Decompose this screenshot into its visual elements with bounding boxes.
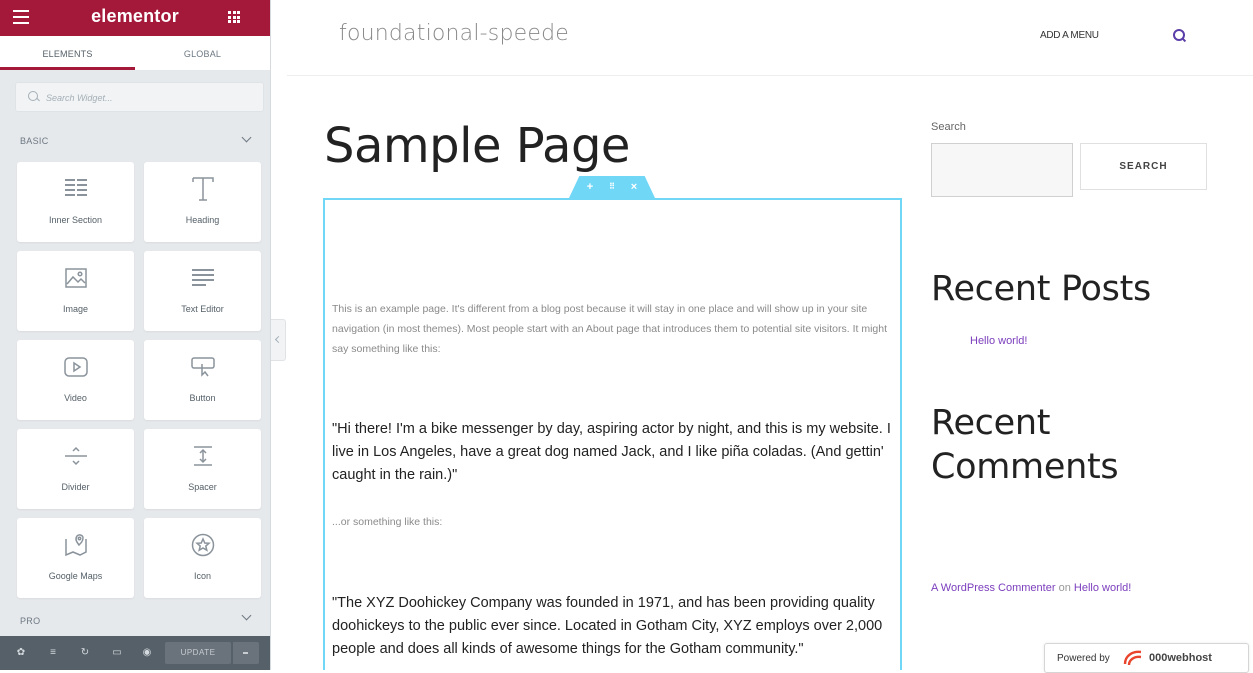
widget-label: Icon [193,571,211,581]
tab-global[interactable]: GLOBAL [135,36,270,70]
video-icon [17,354,134,380]
site-title[interactable]: foundational-speede [339,21,569,46]
star-icon [144,532,261,558]
widget-label: Spacer [188,482,217,492]
spacer-icon [144,443,261,469]
widget-google-maps[interactable]: Google Maps [17,518,134,598]
widget-label: Google Maps [48,571,103,581]
widget-label: Inner Section [48,215,103,225]
image-icon [17,265,134,291]
navigator-icon[interactable]: ≡ [48,648,58,658]
widget-label: Image [62,304,88,314]
section-pro-title[interactable]: PRO [20,616,40,626]
intro-paragraph: This is an example page. It's different … [332,303,888,355]
widget-label: Video [64,393,87,403]
widgets-grid-icon[interactable] [228,11,240,23]
collapse-panel-handle[interactable] [271,319,286,361]
add-menu-link[interactable]: ADD A MENU [1040,30,1099,41]
update-options-button[interactable] [232,642,259,664]
responsive-icon[interactable]: ▭ [112,648,122,658]
elementor-panel: elementor ELEMENTS GLOBAL BASIC Inner Se… [0,0,271,670]
section-handle[interactable]: + ⠿ × [569,176,655,198]
000webhost-logo-icon [1123,650,1142,666]
panel-footer: ✿ ≡ ↻ ▭ ◉ UPDATE [0,636,270,670]
divider-icon [17,443,134,469]
or-paragraph: ...or something like this: [332,516,443,528]
inner-section-icon [17,176,134,202]
widget-label: Button [189,393,216,403]
preview-icon[interactable]: ◉ [142,648,152,658]
panel-tabs: ELEMENTS GLOBAL [0,36,270,70]
widget-image[interactable]: Image [17,251,134,331]
button-icon [144,354,261,380]
sidebar-search-input[interactable] [931,143,1073,197]
chevron-down-icon[interactable] [241,132,252,143]
recent-posts-heading: Recent Posts [931,269,1151,309]
heading-icon [144,176,261,202]
widget-text-editor[interactable]: Text Editor [144,251,261,331]
recent-comments-heading: Recent Comments [931,403,1119,487]
history-icon[interactable]: ↻ [80,648,90,658]
recent-post-link[interactable]: Hello world! [970,335,1027,347]
widget-video[interactable]: Video [17,340,134,420]
brand-name: 000webhost [1149,652,1212,664]
widget-label: Heading [185,215,220,225]
widget-search[interactable] [15,82,264,112]
close-icon[interactable]: × [627,180,641,194]
comment-author-link[interactable]: A WordPress Commenter [931,582,1056,594]
widget-label: Divider [61,482,90,492]
quote-paragraph: "The XYZ Doohickey Company was founded i… [332,595,883,657]
widget-inner-section[interactable]: Inner Section [17,162,134,242]
widget-icon[interactable]: Icon [144,518,261,598]
search-icon [28,91,38,101]
widget-search-input[interactable] [44,88,258,108]
settings-icon[interactable]: ✿ [16,648,26,658]
site-header: foundational-speede ADD A MENU [287,0,1253,76]
tab-elements[interactable]: ELEMENTS [0,36,135,70]
widget-button[interactable]: Button [144,340,261,420]
sidebar-search-button[interactable]: SEARCH [1080,143,1207,190]
google-maps-icon [17,532,134,558]
recent-comment-item: A WordPress Commenter on Hello world! [931,582,1131,594]
section-basic-title[interactable]: BASIC [20,136,49,146]
drag-section-icon[interactable]: ⠿ [605,180,619,194]
comment-on-text: on [1058,582,1071,594]
page-title: Sample Page [324,118,630,174]
comment-post-link[interactable]: Hello world! [1074,582,1131,594]
widget-divider[interactable]: Divider [17,429,134,509]
powered-by-text: Powered by [1057,653,1110,664]
chevron-down-icon[interactable] [241,610,252,621]
sidebar-search-label: Search [931,121,966,133]
widget-label: Text Editor [181,304,224,314]
widget-heading[interactable]: Heading [144,162,261,242]
add-section-icon[interactable]: + [583,180,597,194]
panel-header: elementor [0,0,270,36]
quote-paragraph: "Hi there! I'm a bike messenger by day, … [332,421,891,483]
widget-spacer[interactable]: Spacer [144,429,261,509]
powered-by-badge[interactable]: Powered by 000webhost [1044,643,1249,673]
update-button[interactable]: UPDATE [165,642,231,664]
search-icon[interactable] [1173,29,1185,41]
text-editor-icon [144,265,261,291]
